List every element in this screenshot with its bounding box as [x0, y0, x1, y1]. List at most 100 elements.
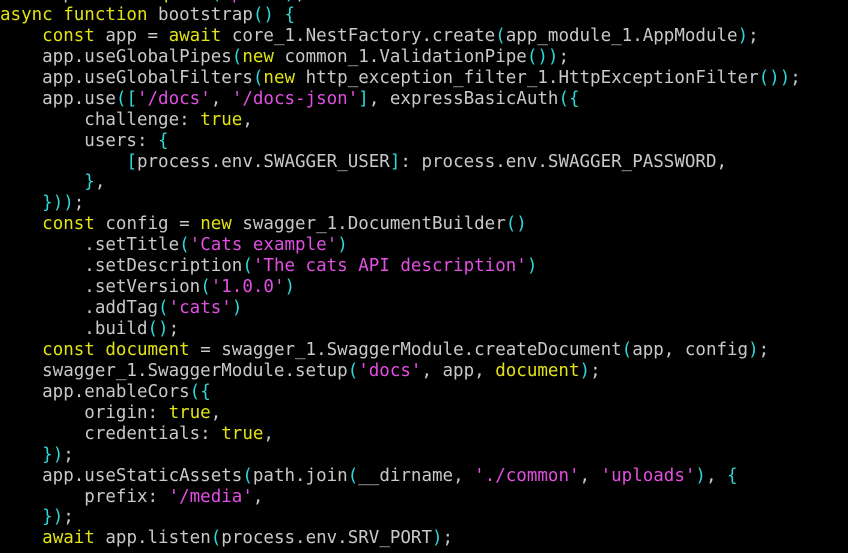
- code-token: const: [42, 25, 106, 46]
- code-line: async function bootstrap() {: [0, 5, 801, 26]
- code-line: credentials: true,: [0, 424, 801, 445]
- code-token: 'Cats example': [189, 235, 338, 256]
- code-token: {: [727, 465, 738, 486]
- code-line: .setDescription('The cats API descriptio…: [0, 256, 801, 277]
- code-token: = swagger_1.SwaggerModule.createDocument: [200, 339, 622, 360]
- code-token: core_1.NestFactory.create: [231, 25, 496, 46]
- code-line: swagger_1.SwaggerModule.setup('docs', ap…: [0, 361, 801, 382]
- code-token: ,: [705, 465, 728, 486]
- code-line: app.useStaticAssets(path.join(__dirname,…: [0, 466, 801, 487]
- code-token: '/media': [168, 486, 253, 507]
- terminal-window[interactable]: const path = require('path');async funct…: [0, 0, 848, 553]
- code-token: 'cats': [168, 298, 232, 319]
- code-token: require: [137, 0, 211, 4]
- code-token: app.enableCors: [0, 381, 190, 402]
- code-token: (: [211, 0, 222, 4]
- code-line: challenge: true,: [0, 110, 801, 131]
- code-token: ): [748, 339, 759, 360]
- code-line: app.use(['/docs', '/docs-json'], express…: [0, 89, 801, 110]
- code-token: ,: [94, 172, 106, 193]
- code-token: })): [42, 193, 74, 214]
- code-line: app.useGlobalPipes(new common_1.Validati…: [0, 47, 801, 68]
- code-line: const config = new swagger_1.DocumentBui…: [0, 214, 801, 235]
- code-token: ;: [63, 444, 74, 465]
- code-token: ()): [526, 46, 559, 67]
- code-line: .setTitle('Cats example'): [0, 235, 801, 256]
- code-line: const app = await core_1.NestFactory.cre…: [0, 26, 801, 47]
- code-line: origin: true,: [0, 403, 801, 424]
- code-view[interactable]: const path = require('path');async funct…: [0, 0, 801, 549]
- code-line: app.useGlobalFilters(new http_exception_…: [0, 68, 801, 89]
- code-token: , app,: [421, 360, 496, 381]
- code-token: .setTitle: [0, 235, 180, 256]
- code-token: ,: [210, 402, 222, 423]
- code-line: });: [0, 445, 801, 466]
- code-line: [process.env.SWAGGER_USER]: process.env.…: [0, 152, 801, 173]
- code-token: 'path': [221, 0, 284, 4]
- code-token: app.use: [0, 88, 116, 109]
- code-token: ,: [263, 423, 274, 444]
- code-token: const: [42, 214, 106, 235]
- code-token: (: [158, 298, 169, 319]
- code-token: (: [252, 67, 264, 88]
- code-token: ): [432, 528, 443, 549]
- code-token: const document: [42, 339, 201, 360]
- code-token: .setDescription: [0, 256, 243, 277]
- code-token: app_module_1.AppModule: [505, 25, 738, 46]
- code-line: prefix: '/media',: [0, 487, 801, 508]
- code-token: const: [0, 0, 63, 4]
- code-token: (: [231, 46, 243, 67]
- code-token: './common': [474, 465, 580, 486]
- code-token: , expressBasicAuth: [368, 88, 559, 109]
- code-token: await: [168, 25, 232, 46]
- code-token: app.listen: [105, 528, 211, 549]
- code-line: }));: [0, 193, 801, 214]
- code-token: await: [42, 528, 106, 549]
- code-line: const document = swagger_1.SwaggerModule…: [0, 340, 801, 361]
- code-token: : process.env.SWAGGER_PASSWORD,: [400, 151, 728, 172]
- code-token: ): [231, 298, 243, 319]
- code-token: ): [526, 256, 538, 277]
- code-token: process.env.SRV_PORT: [221, 528, 432, 549]
- code-token: ()): [758, 67, 791, 88]
- code-token: app =: [105, 25, 169, 46]
- code-token: true: [221, 423, 264, 444]
- code-token: ([: [115, 88, 137, 109]
- code-token: http_exception_filter_1.HttpExceptionFil…: [305, 67, 759, 88]
- code-token: '/docs': [136, 88, 211, 109]
- code-token: [: [126, 151, 137, 172]
- code-token: ({: [189, 381, 211, 402]
- code-token: ): [579, 360, 591, 381]
- code-token: ,: [579, 465, 601, 486]
- code-token: common_1.ValidationPipe: [284, 46, 527, 67]
- code-token: challenge:: [0, 109, 201, 130]
- code-token: ;: [558, 46, 569, 67]
- code-token: ;: [295, 0, 306, 4]
- code-token: true: [200, 109, 243, 130]
- code-token: .setVersion: [0, 277, 201, 298]
- code-line: users: {: [0, 131, 801, 152]
- code-line: .build();: [0, 319, 801, 340]
- code-token: path =: [63, 0, 137, 4]
- code-token: (: [495, 25, 506, 46]
- code-token: process.env.SWAGGER_USER: [136, 151, 390, 172]
- code-token: ({: [558, 88, 580, 109]
- code-token: new: [200, 214, 243, 235]
- code-token: ;: [442, 528, 454, 549]
- code-token: () {: [252, 4, 296, 25]
- code-line: });: [0, 507, 801, 528]
- code-token: ): [695, 465, 706, 486]
- code-token: (): [505, 214, 527, 235]
- code-token: prefix:: [0, 486, 169, 507]
- code-token: ): [337, 235, 348, 256]
- code-token: 'The cats API description': [252, 256, 527, 277]
- code-token: document: [495, 360, 580, 381]
- code-token: app.useGlobalFilters: [0, 67, 253, 88]
- code-token: config =: [105, 214, 201, 235]
- code-token: .build: [0, 319, 148, 339]
- code-token: new: [242, 46, 285, 67]
